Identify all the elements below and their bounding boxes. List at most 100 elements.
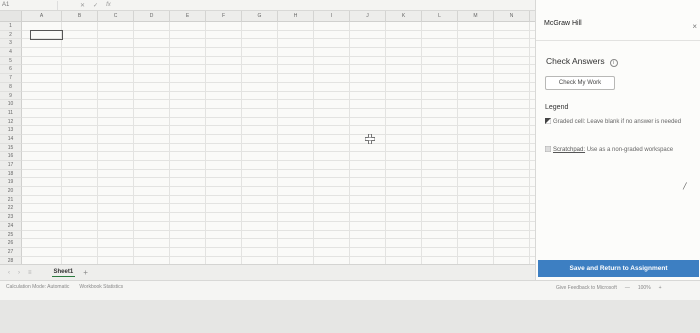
grid-cell[interactable] xyxy=(134,39,170,49)
grid-cell[interactable] xyxy=(22,239,62,248)
grid-cell[interactable] xyxy=(314,213,350,222)
grid-cell[interactable] xyxy=(350,221,386,231)
grid-cell[interactable] xyxy=(494,82,530,92)
grid-cell[interactable] xyxy=(422,82,458,92)
grid-cell[interactable] xyxy=(350,178,386,188)
grid-cell[interactable] xyxy=(242,239,278,248)
grid-cell[interactable] xyxy=(458,65,494,75)
grid-cell[interactable] xyxy=(134,169,170,179)
grid-cell[interactable] xyxy=(206,213,242,222)
grid-cell[interactable] xyxy=(134,56,170,66)
grid-cell[interactable] xyxy=(494,230,530,240)
grid-cell[interactable] xyxy=(206,74,242,83)
grid-cell[interactable] xyxy=(494,247,530,257)
grid-cell[interactable] xyxy=(422,39,458,49)
grid-cell[interactable] xyxy=(350,30,386,40)
grid-cell[interactable] xyxy=(458,178,494,188)
grid-cell[interactable] xyxy=(98,195,134,205)
column-header[interactable]: G xyxy=(242,11,278,22)
grid-cell[interactable] xyxy=(62,213,98,222)
grid-cell[interactable] xyxy=(98,187,134,196)
x-icon[interactable]: ✕ xyxy=(80,2,85,9)
grid-cell[interactable] xyxy=(278,126,314,135)
grid-cell[interactable] xyxy=(134,221,170,231)
grid-cell[interactable] xyxy=(242,126,278,135)
grid-cell[interactable] xyxy=(350,187,386,196)
grid-cell[interactable] xyxy=(242,230,278,240)
check-my-work-button[interactable]: Check My Work xyxy=(545,76,615,90)
row-header[interactable]: 5 xyxy=(0,56,22,66)
grid-cell[interactable] xyxy=(422,126,458,135)
grid-cell[interactable] xyxy=(242,82,278,92)
grid-cell[interactable] xyxy=(206,239,242,248)
grid-cell[interactable] xyxy=(134,126,170,135)
grid-cell[interactable] xyxy=(242,213,278,222)
grid-cell[interactable] xyxy=(62,100,98,109)
grid-cell[interactable] xyxy=(62,169,98,179)
sheet-list-icon[interactable]: ≡ xyxy=(28,270,32,276)
grid-cell[interactable] xyxy=(242,39,278,49)
grid-cell[interactable] xyxy=(494,256,530,264)
grid-cell[interactable] xyxy=(134,213,170,222)
grid-cell[interactable] xyxy=(98,117,134,127)
grid-cell[interactable] xyxy=(314,56,350,66)
grid-cell[interactable] xyxy=(206,65,242,75)
grid-cell[interactable] xyxy=(314,239,350,248)
grid-cell[interactable] xyxy=(22,108,62,118)
grid-cell[interactable] xyxy=(494,65,530,75)
name-box[interactable]: A1 xyxy=(0,0,58,10)
grid-cell[interactable] xyxy=(458,195,494,205)
grid-cell[interactable] xyxy=(242,143,278,153)
row-header[interactable]: 16 xyxy=(0,152,22,161)
grid-cell[interactable] xyxy=(422,230,458,240)
grid-cell[interactable] xyxy=(170,39,206,49)
grid-cell[interactable] xyxy=(98,169,134,179)
grid-cell[interactable] xyxy=(98,161,134,170)
grid-cell[interactable] xyxy=(134,117,170,127)
check-icon[interactable]: ✓ xyxy=(93,2,98,9)
grid-cell[interactable] xyxy=(422,169,458,179)
column-header[interactable]: H xyxy=(278,11,314,22)
grid-cell[interactable] xyxy=(494,117,530,127)
grid-cell[interactable] xyxy=(22,195,62,205)
grid-cell[interactable] xyxy=(386,82,422,92)
grid-cell[interactable] xyxy=(206,82,242,92)
row-header[interactable]: 27 xyxy=(0,247,22,257)
grid-cell[interactable] xyxy=(458,56,494,66)
grid-cell[interactable] xyxy=(22,134,62,144)
grid-cell[interactable] xyxy=(314,126,350,135)
grid-cell[interactable] xyxy=(314,178,350,188)
grid-cell[interactable] xyxy=(458,117,494,127)
next-sheet-icon[interactable]: › xyxy=(18,270,20,276)
grid-cell[interactable] xyxy=(98,65,134,75)
grid-cell[interactable] xyxy=(242,256,278,264)
fx-icon[interactable]: fx xyxy=(106,2,111,9)
grid-cell[interactable] xyxy=(314,108,350,118)
grid-cell[interactable] xyxy=(314,74,350,83)
grid-cell[interactable] xyxy=(350,204,386,214)
grid-cell[interactable] xyxy=(98,39,134,49)
grid-cell[interactable] xyxy=(386,117,422,127)
grid-cell[interactable] xyxy=(278,56,314,66)
grid-cell[interactable] xyxy=(494,56,530,66)
grid-cell[interactable] xyxy=(62,134,98,144)
grid-cell[interactable] xyxy=(350,82,386,92)
grid-cell[interactable] xyxy=(242,247,278,257)
grid-cell[interactable] xyxy=(206,161,242,170)
grid-cell[interactable] xyxy=(170,187,206,196)
grid-cell[interactable] xyxy=(350,65,386,75)
grid-cell[interactable] xyxy=(278,195,314,205)
grid-cell[interactable] xyxy=(206,221,242,231)
row-header[interactable]: 20 xyxy=(0,187,22,196)
grid-cell[interactable] xyxy=(314,65,350,75)
grid-cell[interactable] xyxy=(206,56,242,66)
grid-cell[interactable] xyxy=(386,39,422,49)
grid-cell[interactable] xyxy=(206,22,242,31)
grid-cell[interactable] xyxy=(22,169,62,179)
grid-cell[interactable] xyxy=(314,48,350,57)
grid-cell[interactable] xyxy=(98,22,134,31)
grid-cell[interactable] xyxy=(350,39,386,49)
grid-cell[interactable] xyxy=(458,169,494,179)
zoom-in-icon[interactable]: + xyxy=(659,285,662,291)
workbook-statistics[interactable]: Workbook Statistics xyxy=(79,284,123,290)
